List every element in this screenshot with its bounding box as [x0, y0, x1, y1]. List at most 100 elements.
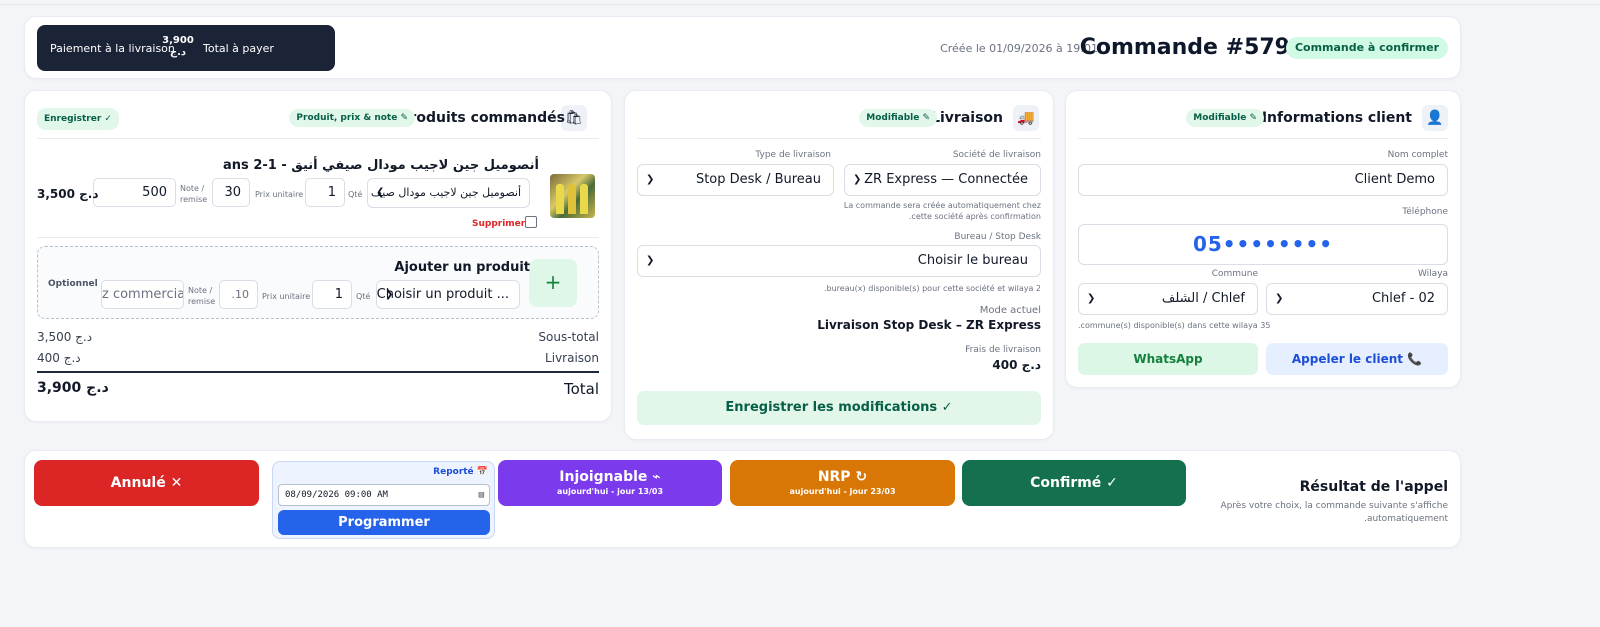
- delivery-fee-value: 400 د.ج: [37, 351, 81, 365]
- client-title: Informations client: [1261, 110, 1412, 126]
- confirm-button[interactable]: Confirmé ✓: [962, 460, 1186, 506]
- cancel-button[interactable]: Annulé ✕: [34, 460, 259, 506]
- payment-method: Paiement à la livraison: [50, 42, 175, 55]
- delivery-fee-label: Livraison: [545, 351, 599, 365]
- name-input[interactable]: Client Demo: [1078, 164, 1448, 196]
- product-thumbnail: [550, 174, 595, 218]
- note-label: Note / remise: [180, 184, 208, 204]
- nrp-button[interactable]: NRP ↻ aujourd'hui - jour 23/03: [730, 460, 955, 506]
- name-value: Client Demo: [1354, 172, 1435, 187]
- office-value: Choisir le bureau: [917, 253, 1028, 268]
- office-hint: .bureau(x) disponible(s) pour cette soci…: [823, 284, 1041, 293]
- nrp-sub: aujourd'hui - jour 23/03: [789, 487, 896, 496]
- add-product-select[interactable]: Choisir un produit ... ❯: [376, 280, 520, 309]
- total-amount-currency: د.ج: [169, 47, 187, 58]
- unit-price-input[interactable]: 30: [212, 178, 250, 207]
- delivery-edit-pill[interactable]: Modifiable ✎: [859, 109, 937, 127]
- commune-hint: .commune(s) disponible(s) dans cette wil…: [1078, 321, 1271, 330]
- commune-value: الشلف / Chlef: [1161, 291, 1245, 306]
- client-edit-pill[interactable]: Modifiable ✎: [1186, 109, 1264, 127]
- schedule-button[interactable]: Programmer: [278, 510, 490, 535]
- chevron-down-icon: ❯: [646, 255, 655, 266]
- call-result-subtitle: Après votre choix, la commande suivante …: [1220, 501, 1448, 524]
- product-name: أنصوميل جين لاجيب مودال صيفي أنيق - 1-2 …: [223, 158, 539, 173]
- wilaya-select[interactable]: Chlef - 02 ❯: [1266, 283, 1448, 315]
- commune-label: Commune: [1211, 269, 1258, 279]
- add-product-title: Ajouter un produit: [394, 260, 530, 275]
- add-unit-price-label: Prix unitaire: [262, 292, 311, 301]
- qty-input[interactable]: 1: [305, 178, 345, 207]
- add-qty-input[interactable]: 1: [312, 280, 352, 309]
- unreachable-button[interactable]: Injoignable ⌁ aujourd'hui - jour 13/03: [498, 460, 722, 506]
- top-divider: [0, 4, 1600, 5]
- add-unit-price-input[interactable]: .10: [219, 280, 258, 309]
- line-total: 3,500 د.ج: [37, 187, 99, 201]
- whatsapp-button[interactable]: WhatsApp: [1078, 343, 1258, 375]
- client-card: 👤 Informations client Modifiable ✎ Nom c…: [1065, 90, 1461, 388]
- chevron-down-icon: ❯: [853, 174, 862, 185]
- total-divider: [37, 371, 599, 373]
- products-title: Produits commandés: [399, 110, 565, 126]
- note-input[interactable]: 500: [93, 178, 176, 207]
- confirm-label: Confirmé ✓: [1030, 475, 1118, 491]
- user-icon: 👤: [1422, 105, 1448, 131]
- wilaya-value: Chlef - 02: [1371, 291, 1435, 306]
- name-label: Nom complet: [1387, 150, 1448, 160]
- divider: [37, 237, 599, 238]
- fee-value: 400 د.ج: [992, 358, 1041, 372]
- truck-icon: 🚚: [1013, 105, 1039, 131]
- office-select[interactable]: Choisir le bureau ❯: [637, 245, 1041, 277]
- subtotal-value: 3,500 د.ج: [37, 330, 93, 344]
- company-hint-line-2: .cette société après confirmation: [908, 212, 1041, 221]
- page-title: Commande #579: [1079, 35, 1290, 60]
- created-date: Créée le 01/09/2026 à 19:01: [940, 42, 1098, 55]
- edit-products-pill[interactable]: Produit, prix & note ✎: [289, 109, 415, 127]
- call-result-card: Annulé ✕ Reporté 📅 08/09/2026 09:00 AM ▤…: [24, 450, 1461, 548]
- nrp-label: NRP ↻: [817, 469, 868, 485]
- add-note-input[interactable]: z commercial: [101, 280, 184, 309]
- datetime-input[interactable]: 08/09/2026 09:00 AM ▤: [278, 484, 490, 506]
- optional-label: Optionnel: [48, 279, 98, 289]
- office-label: Bureau / Stop Desk: [954, 232, 1041, 242]
- datetime-value: 08/09/2026 09:00 AM: [285, 490, 388, 500]
- subtotal-label: Sous-total: [538, 330, 599, 344]
- unit-price-label: Prix unitaire: [255, 190, 304, 199]
- delivery-type-value: Stop Desk / Bureau: [695, 172, 821, 187]
- total-label: Total à payer: [203, 42, 274, 55]
- chevron-down-icon: ❯: [385, 289, 394, 300]
- delivery-type-select[interactable]: Stop Desk / Bureau ❯: [637, 164, 834, 196]
- call-client-button[interactable]: Appeler le client 📞: [1266, 343, 1448, 375]
- add-product-select-placeholder: Choisir un produit ...: [376, 287, 509, 302]
- chevron-down-icon: ❯: [1087, 293, 1096, 304]
- delete-checkbox[interactable]: [525, 216, 537, 228]
- product-select[interactable]: أنصوميل جين لاجيب مودال صيف ❯: [367, 178, 530, 208]
- delete-label: Supprimer: [472, 219, 526, 229]
- commune-select[interactable]: الشلف / Chlef ❯: [1078, 283, 1258, 315]
- delivery-card: 🚚 Livraison Modifiable ✎ Société de livr…: [624, 90, 1054, 440]
- add-product-button[interactable]: +: [529, 259, 577, 307]
- fee-label: Frais de livraison: [965, 345, 1041, 355]
- chevron-down-icon: ❯: [1275, 293, 1284, 304]
- company-select[interactable]: ZR Express — Connectée ❯: [844, 164, 1041, 196]
- add-qty-label: Qté: [356, 292, 371, 301]
- status-badge: Commande à confirmer: [1285, 37, 1448, 59]
- company-hint: La commande sera créée automatiquement c…: [844, 200, 1041, 222]
- company-hint-line-1: La commande sera créée automatiquement c…: [843, 201, 1041, 210]
- save-delivery-button[interactable]: Enregistrer les modifications ✓: [637, 391, 1041, 425]
- company-value: ZR Express — Connectée: [864, 172, 1028, 187]
- qty-label: Qté: [348, 190, 363, 199]
- divider: [1078, 138, 1448, 139]
- wilaya-label: Wilaya: [1417, 269, 1448, 279]
- save-products-button[interactable]: Enregistrer ✓: [37, 108, 119, 130]
- total-value: 3,900 د.ج: [37, 380, 109, 396]
- phone-field[interactable]: 05••••••••: [1078, 224, 1448, 265]
- schedule-box: Reporté 📅 08/09/2026 09:00 AM ▤ Programm…: [272, 461, 495, 539]
- chevron-down-icon: ❯: [376, 187, 385, 198]
- total-label: Total: [563, 380, 599, 398]
- divider: [37, 138, 599, 139]
- company-label: Société de livraison: [952, 150, 1041, 160]
- reported-label: Reporté 📅: [433, 467, 488, 477]
- chevron-down-icon: ❯: [646, 174, 655, 185]
- cancel-label: Annulé ✕: [110, 475, 183, 491]
- divider: [637, 138, 1041, 139]
